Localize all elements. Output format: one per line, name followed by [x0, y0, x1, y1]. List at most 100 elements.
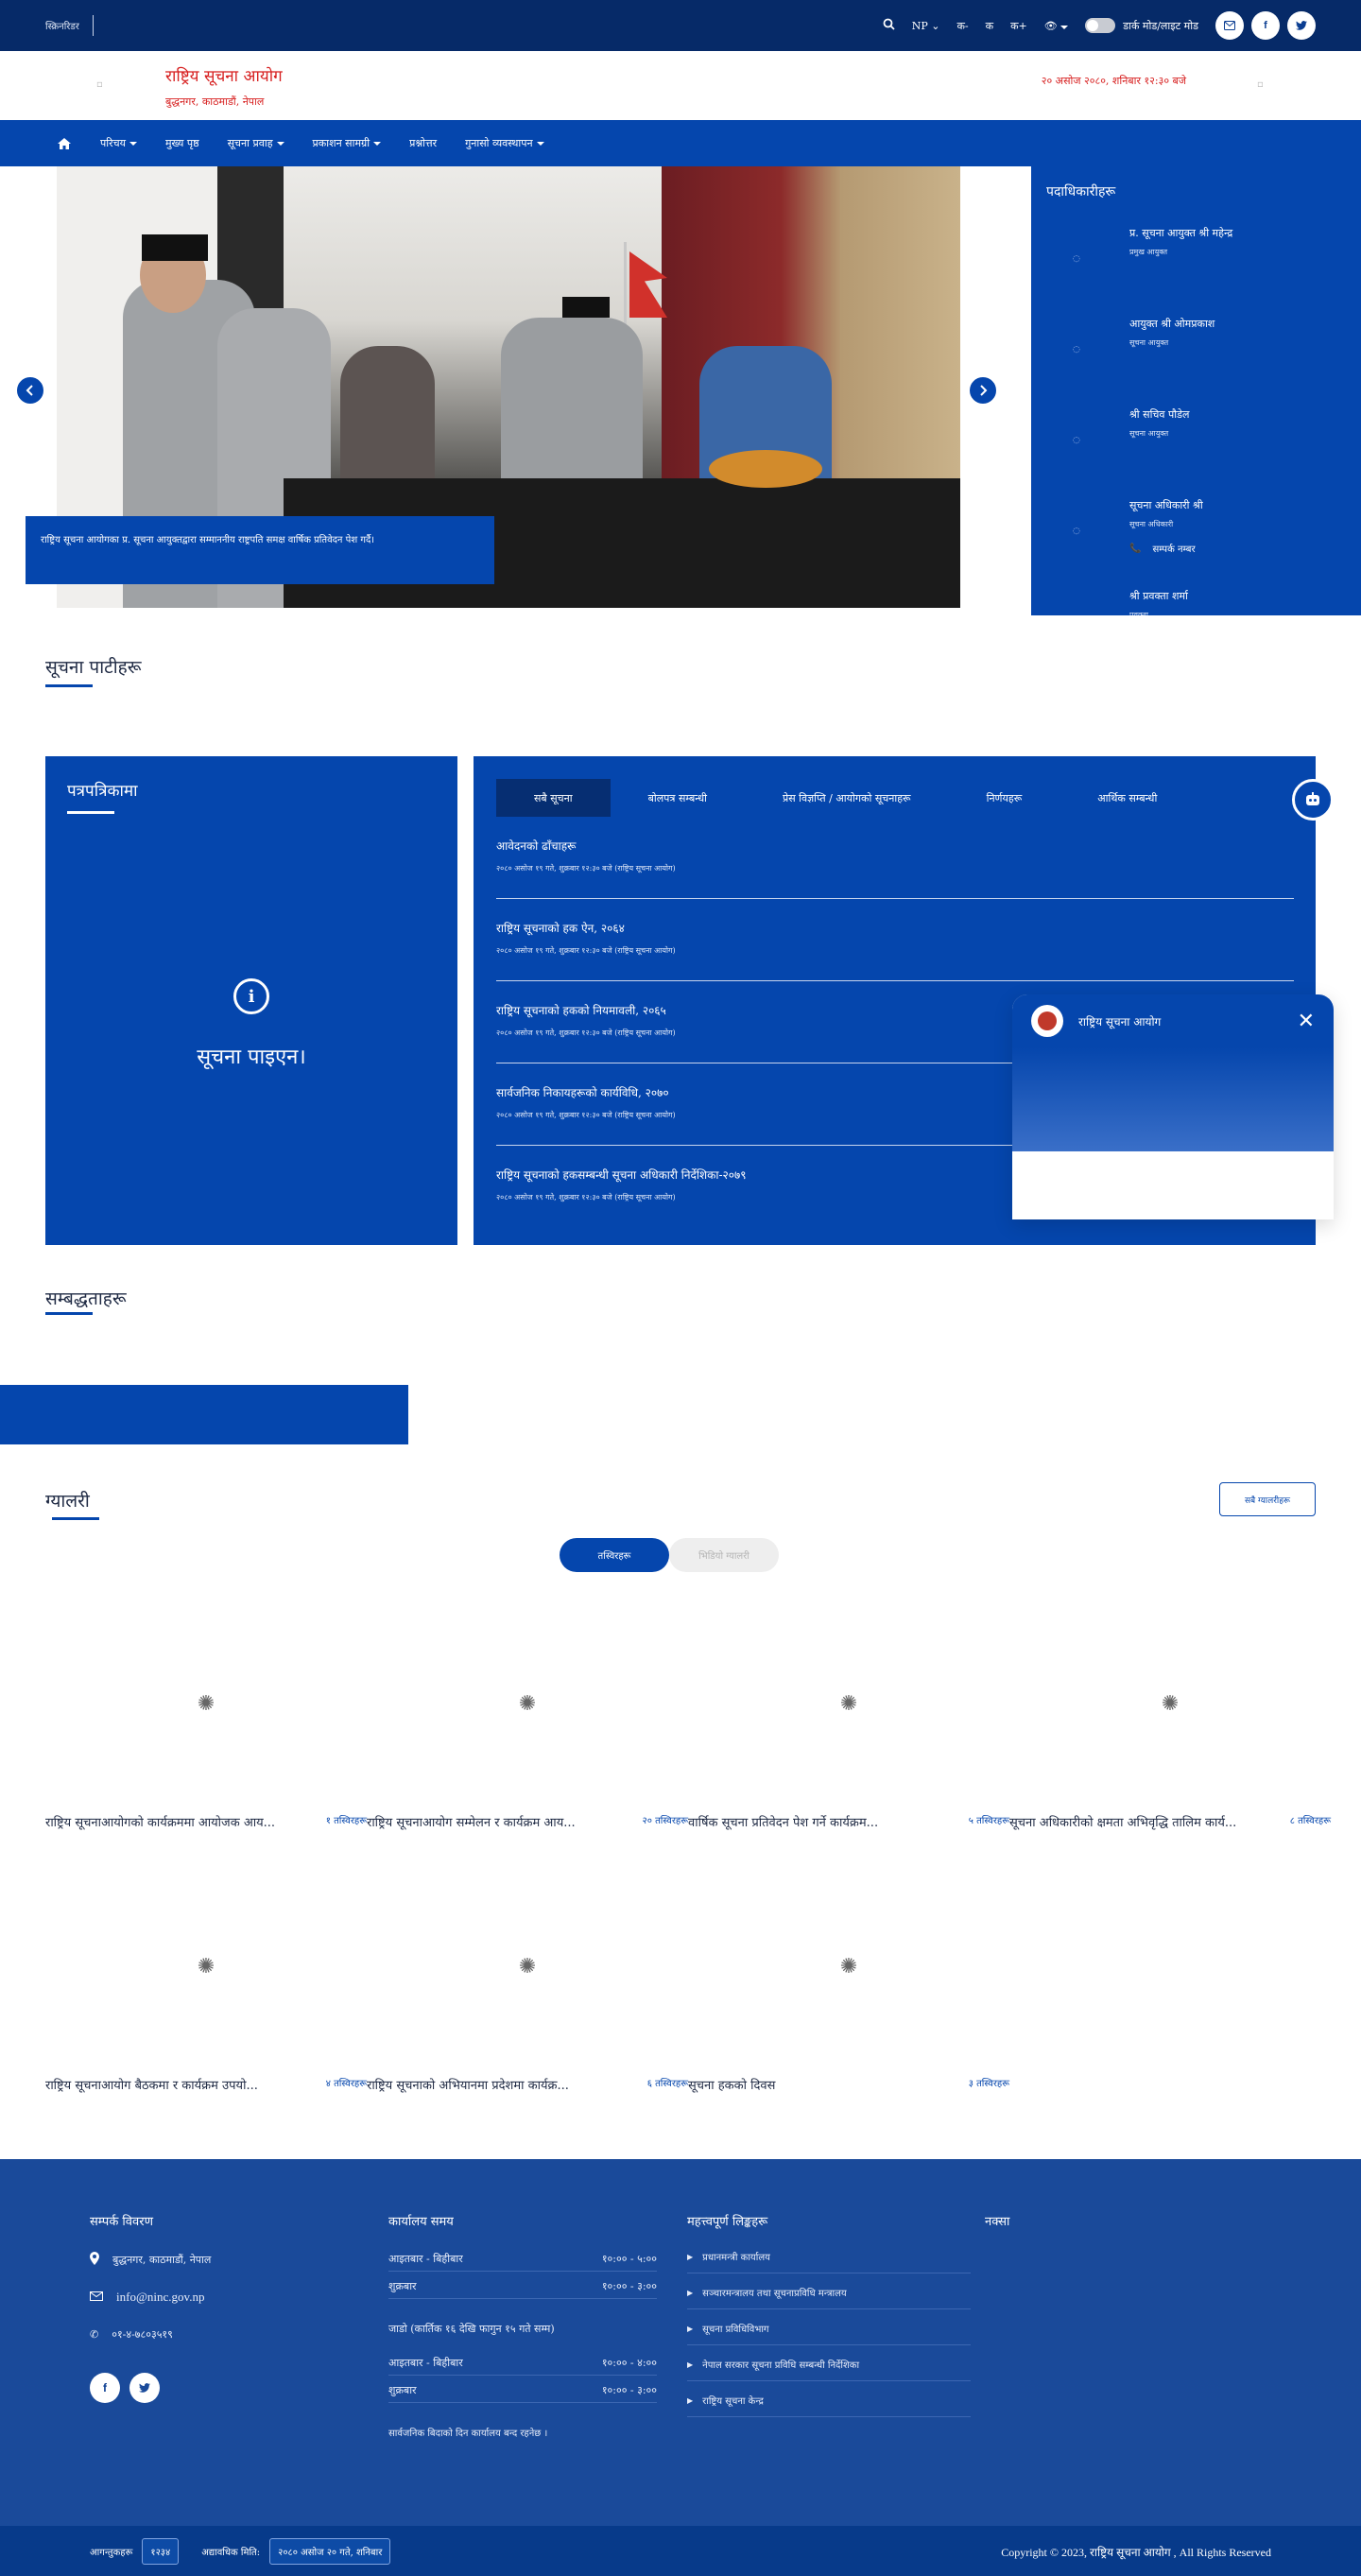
chat-title: राष्ट्रिय सूचना आयोग: [1078, 1014, 1162, 1029]
footer-link[interactable]: ▶ राष्ट्रिय सूचना केन्द्र: [687, 2394, 764, 2408]
hours-days: आइतबार - बिहीबार: [388, 2357, 463, 2369]
footer-link-label: प्रधानमन्त्री कार्यालय: [702, 2253, 770, 2263]
view-all-gallery-button[interactable]: सबै ग्यालरीहरू: [1219, 1482, 1316, 1516]
official-card[interactable]: ◌ सूचना अधिकारी श्री सूचना अधिकारी: [1031, 498, 1361, 589]
font-reset-button[interactable]: क: [986, 19, 993, 33]
hours-row: शुक्रबार १०:०० - ३:००: [388, 2279, 657, 2293]
accessibility-dropdown[interactable]: 👁: [1044, 20, 1069, 32]
nav-item-label: गुनासो व्यवस्थापन: [465, 137, 533, 149]
topbar-tools: NP ⌄ क- क क+ 👁 डार्क मोड/लाइट मोड f: [883, 11, 1316, 40]
panel-underline: [67, 811, 114, 814]
gallery-caption: सूचना हकको दिवस ३ तस्विरहरू: [688, 2076, 1009, 2093]
language-select[interactable]: NP ⌄: [912, 20, 940, 32]
notice-tab[interactable]: आर्थिक सम्बन्धी: [1060, 779, 1195, 817]
hours-time: १०:०० - ५:००: [601, 2253, 657, 2265]
twitter-icon[interactable]: [1287, 11, 1316, 40]
footer: सम्पर्क विवरण बुद्धनगर, काठमाडौं, नेपाल …: [0, 2159, 1361, 2526]
official-photo: ◌: [1073, 345, 1080, 354]
site-header: ▫ राष्ट्रिय सूचना आयोग बुद्धनगर, काठमाडौ…: [0, 51, 1361, 120]
gallery-caption: राष्ट्रिय सूचनाआयोगको कार्यक्रममा आयोजक …: [45, 1813, 367, 1830]
divider: [687, 2380, 971, 2381]
hours-time: १०:०० - ३:००: [601, 2384, 657, 2396]
search-icon[interactable]: [883, 18, 895, 33]
toggle-switch[interactable]: [1085, 18, 1116, 33]
home-icon[interactable]: [57, 137, 72, 150]
contact-number[interactable]: 📞 सम्पर्क नम्बर: [1129, 542, 1196, 556]
official-designation: सूचना अधिकारी: [1129, 520, 1174, 528]
gallery-caption: राष्ट्रिय सूचनाको अभियानमा प्रदेशमा कार्…: [367, 2076, 688, 2093]
notice-meta: २०८० असोज १९ गते, शुक्रबार १२:३० बजे (रा…: [496, 946, 676, 955]
links-banner: [0, 1385, 408, 1444]
nav-item[interactable]: प्रश्नोत्तर: [409, 136, 437, 150]
nav-item[interactable]: मुख्य पृष्ठ: [165, 136, 199, 150]
nav-item[interactable]: प्रकाशन सामग्री: [313, 136, 382, 150]
dark-mode-toggle[interactable]: डार्क मोड/लाइट मोड: [1085, 18, 1198, 33]
caret-icon: [129, 141, 137, 146]
mail-icon[interactable]: [1215, 11, 1244, 40]
section-underline: [45, 684, 93, 687]
official-card[interactable]: ◌श्री प्रवक्ता शर्माप्रवक्ता: [1031, 589, 1361, 615]
notice-tab[interactable]: निर्णयहरू: [949, 779, 1060, 817]
hours-days: आइतबार - बिहीबार: [388, 2253, 463, 2265]
gallery-caption: वार्षिक सूचना प्रतिवेदन पेश गर्ने कार्यक…: [688, 1813, 1009, 1830]
font-decrease-button[interactable]: क-: [956, 19, 968, 33]
phone-icon: ✆: [90, 2328, 99, 2341]
nav-item[interactable]: सूचना प्रवाह: [228, 136, 284, 150]
footer-link[interactable]: ▶ नेपाल सरकार सूचना प्रविधि सम्बन्धी निर्…: [687, 2358, 860, 2372]
nav-item-label: प्रश्नोत्तर: [409, 137, 438, 149]
chevron-down-icon: ⌄: [931, 19, 940, 32]
official-designation: सूचना आयुक्त: [1129, 338, 1169, 347]
footer-address: बुद्धनगर, काठमाडौं, नेपाल: [90, 2252, 211, 2268]
notice-tab[interactable]: बोलपत्र सम्बन्धी: [611, 779, 745, 817]
footer-link[interactable]: ▶ सूचना प्रविधिविभाग: [687, 2322, 769, 2336]
footer-email[interactable]: info@ninc.gov.np: [90, 2290, 204, 2305]
gallery-count: २० तस्विरहरू: [642, 1816, 689, 1826]
font-increase-button[interactable]: क+: [1010, 19, 1027, 33]
gallery-count: ८ तस्विरहरू: [1289, 1816, 1331, 1826]
footer-link[interactable]: ▶ प्रधानमन्त्री कार्यालय: [687, 2250, 770, 2264]
gallery-tab[interactable]: भिडियो ग्यालरी: [669, 1538, 779, 1572]
official-card[interactable]: ◌ प्र. सूचना आयुक्त श्री महेन्द्र प्रमुख आ…: [1031, 226, 1361, 317]
footer-link[interactable]: ▶ सञ्चारमन्त्रालय तथा सूचनाप्रविधि मन्त्र…: [687, 2286, 847, 2300]
org-address: बुद्धनगर, काठमाडौं, नेपाल: [165, 95, 265, 108]
hours-days: शुक्रबार: [388, 2280, 417, 2292]
carousel-next-button[interactable]: [968, 375, 998, 406]
notice-title: आवेदनको ढाँचाहरू: [496, 839, 577, 853]
nav-item[interactable]: गुनासो व्यवस्थापन: [465, 136, 544, 150]
official-card[interactable]: ◌ आयुक्त श्री ओमप्रकाश सूचना आयुक्त: [1031, 317, 1361, 407]
facebook-icon[interactable]: f: [1251, 11, 1280, 40]
gallery-count: ६ तस्विरहरू: [646, 2079, 688, 2089]
gallery-title: वार्षिक सूचना प्रतिवेदन पेश गर्ने कार्यक…: [688, 1816, 879, 1830]
notice-tab[interactable]: सबै सूचना: [496, 779, 611, 817]
screen-reader-link[interactable]: स्क्रिनरिडर: [45, 19, 79, 32]
divider: [388, 2375, 657, 2376]
notice-item[interactable]: राष्ट्रिय सूचनाको हक ऐन, २०६४ २०८० असोज १…: [496, 920, 1294, 981]
facebook-icon[interactable]: f: [90, 2373, 120, 2403]
gallery-tab[interactable]: तस्विरहरू: [560, 1538, 669, 1572]
close-icon[interactable]: ✕: [1298, 1010, 1315, 1033]
notice-item[interactable]: आवेदनको ढाँचाहरू २०८० असोज १९ गते, शुक्रब…: [496, 838, 1294, 899]
hours-time: १०:०० - ३:००: [601, 2280, 657, 2292]
official-card[interactable]: ◌ श्री सचिव पौडेल सूचना आयुक्त: [1031, 407, 1361, 498]
footer-phone[interactable]: ✆ ०१-४-७८०३५१९: [90, 2327, 173, 2342]
chat-header: राष्ट्रिय सूचना आयोग ✕: [1012, 994, 1334, 1047]
twitter-icon[interactable]: [129, 2373, 160, 2403]
caret-right-icon: ▶: [687, 2288, 694, 2297]
nav-item[interactable]: परिचय: [100, 136, 137, 150]
footer-social: f: [90, 2373, 160, 2403]
panel-title: पत्रपत्रिकामा: [67, 782, 138, 801]
caret-icon: [536, 141, 544, 146]
gallery-title: राष्ट्रिय सूचनाआयोग सम्मेलन र कार्यक्रम …: [367, 1816, 576, 1830]
notice-tab[interactable]: प्रेस विज्ञप्ति / आयोगको सूचनाहरू: [745, 779, 949, 817]
nav-items: परिचय मुख्य पृष्ठ सूचना प्रवाह प्रकाशन सामग…: [57, 120, 544, 166]
hours-time: १०:०० - ४:००: [601, 2357, 657, 2369]
official-name: श्री सचिव पौडेल: [1129, 408, 1190, 421]
carousel-prev-button[interactable]: [15, 375, 45, 406]
chatbot-button[interactable]: [1292, 779, 1334, 821]
divider: [388, 2298, 657, 2299]
section-underline: [52, 1517, 99, 1520]
copyright: Copyright © 2023, राष्ट्रिय सूचना आयोग ,…: [1001, 2546, 1271, 2559]
info-icon: i: [233, 978, 269, 1014]
section-title-links: सम्बद्धताहरू: [45, 1288, 127, 1309]
footer-link-label: नेपाल सरकार सूचना प्रविधि सम्बन्धी निर्द…: [702, 2360, 860, 2371]
